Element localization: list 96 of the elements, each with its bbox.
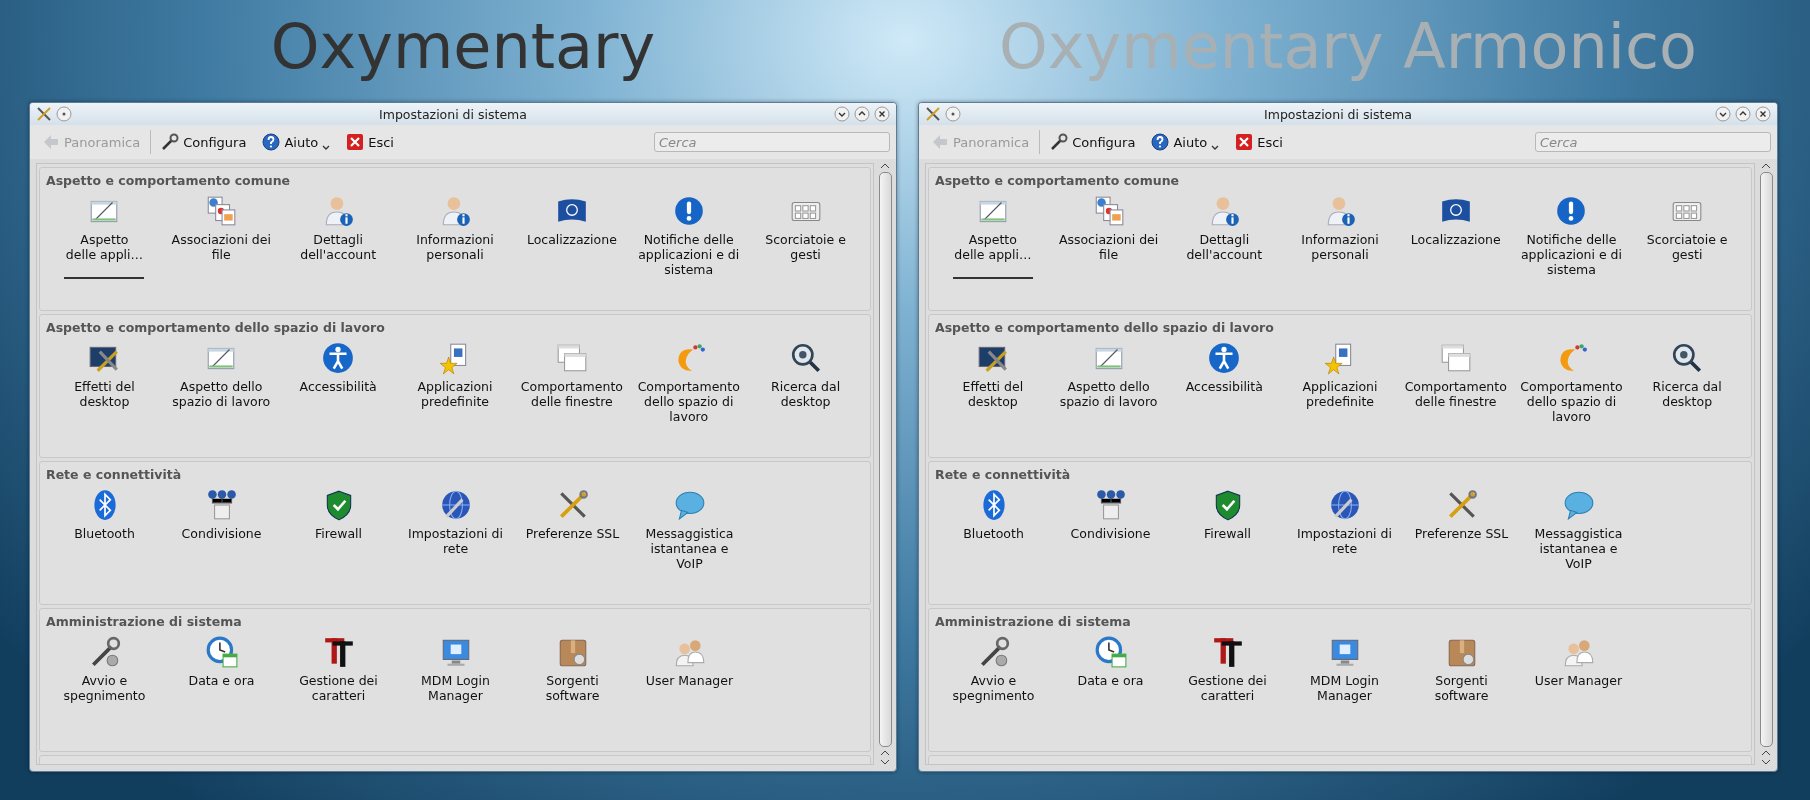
settings-module[interactable]: MDM Login Manager [397, 635, 514, 705]
help-button[interactable]: Aiuto [256, 129, 337, 155]
scroll-up-icon[interactable] [880, 750, 890, 756]
settings-module[interactable]: Avvio e spegnimento [46, 635, 163, 705]
scroll-up-icon[interactable] [1761, 750, 1771, 756]
settings-module[interactable]: Comportamento dello spazio di lavoro [630, 341, 748, 426]
settings-module[interactable]: Messaggistica istantanea e VoIP [631, 488, 748, 573]
settings-module[interactable]: Messaggistica istantanea e VoIP [1520, 488, 1637, 573]
settings-module[interactable]: Comportamento delle finestre [1397, 341, 1514, 426]
category-title: Amministrazione di sistema [46, 614, 243, 629]
category-title: Rete e connettività [935, 467, 1072, 482]
settings-module[interactable]: Avvio e spegnimento [935, 635, 1052, 705]
settings-module[interactable]: Preferenze SSL [1403, 488, 1520, 573]
settings-module[interactable]: Effetti del desktop [46, 341, 163, 426]
close-icon [346, 133, 365, 151]
minimize-icon[interactable] [1715, 106, 1731, 122]
close-icon [1235, 133, 1254, 151]
settings-module[interactable]: Notifiche delle applicazioni e di sistema [1513, 194, 1630, 279]
settings-module[interactable]: Localizzazione [513, 194, 631, 279]
settings-module[interactable]: MDM Login Manager [1286, 635, 1403, 705]
maximize-icon[interactable] [854, 106, 870, 122]
window-title: Impostazioni di sistema [378, 106, 528, 122]
settings-module[interactable]: Comportamento delle finestre [513, 341, 631, 426]
maximize-icon[interactable] [1735, 106, 1751, 122]
scroll-up-icon[interactable] [1761, 163, 1771, 169]
settings-module[interactable]: User Manager [631, 635, 748, 705]
accessibility-icon [1207, 341, 1242, 375]
desktop-heading: Oxymentary [270, 12, 656, 82]
settings-module[interactable]: Condivisione [1052, 488, 1169, 573]
settings-module[interactable]: Firewall [1169, 488, 1286, 573]
settings-module[interactable]: Dettagli dell'account [1166, 194, 1283, 279]
settings-module[interactable]: Localizzazione [1397, 194, 1514, 279]
close-icon[interactable] [874, 106, 890, 122]
settings-module[interactable]: Aspetto dello spazio di lavoro [162, 341, 280, 426]
accessibility-icon [321, 341, 356, 375]
settings-module[interactable]: Ricerca dal desktop [1629, 341, 1746, 426]
category-title: Aspetto e comportamento comune [46, 173, 291, 188]
caret-icon[interactable] [1211, 144, 1220, 152]
scroll-down-icon[interactable] [880, 759, 890, 765]
settings-module[interactable]: Data e ora [163, 635, 280, 705]
close-icon[interactable] [1755, 106, 1771, 122]
settings-module[interactable]: Effetti del desktop [935, 341, 1051, 426]
help-button[interactable]: Aiuto [1145, 129, 1226, 155]
settings-module[interactable]: Ricerca dal desktop [747, 341, 864, 426]
settings-module[interactable]: Associazioni dei file [162, 194, 280, 279]
category-title: Aspetto e comportamento comune [935, 173, 1180, 188]
search-field[interactable]: Cerca [654, 132, 890, 152]
tools-icon[interactable] [36, 106, 52, 122]
help-icon [262, 133, 281, 151]
scroll-down-icon[interactable] [1761, 759, 1771, 765]
category-title: Amministrazione di sistema [935, 614, 1132, 629]
clock-icon [1093, 635, 1128, 669]
settings-module[interactable]: Bluetooth [46, 488, 163, 573]
settings-module[interactable]: Scorciatoie e gesti [747, 194, 864, 279]
category-title: Aspetto e comportamento dello spazio di lavoro [46, 320, 386, 335]
quit-button[interactable]: Esci [1229, 130, 1289, 154]
category-title: Rete e connettività [46, 467, 183, 482]
settings-module[interactable]: Comportamento dello spazio di lavoro [1513, 341, 1630, 426]
window-title: Impostazioni di sistema [1263, 106, 1413, 122]
settings-module[interactable]: Accessibilità [1166, 341, 1283, 426]
back-arrow-icon [42, 133, 60, 151]
help-icon [1151, 133, 1170, 151]
configure-button[interactable]: Configura [155, 130, 253, 154]
scroll-up-icon[interactable] [880, 163, 890, 169]
settings-module[interactable]: Bluetooth [935, 488, 1052, 573]
settings-module[interactable]: Data e ora [1052, 635, 1169, 705]
settings-module[interactable]: Impostazioni di rete [397, 488, 514, 573]
minimize-icon[interactable] [834, 106, 850, 122]
desktop-heading: Oxymentary Armonico [999, 12, 1697, 82]
settings-module[interactable]: Condivisione [163, 488, 280, 573]
settings-module[interactable]: Applicazioni predefinite [1282, 341, 1398, 426]
configure-button[interactable]: Configura [1044, 130, 1142, 154]
settings-module[interactable]: Dettagli dell'account [279, 194, 397, 279]
settings-module[interactable]: Informazioni personali [396, 194, 514, 279]
search-field[interactable]: Cerca [1535, 132, 1771, 152]
tools-icon[interactable] [925, 106, 941, 122]
quit-button[interactable]: Esci [340, 130, 400, 154]
settings-module[interactable]: Informazioni personali [1282, 194, 1398, 279]
category-title: Aspetto e comportamento dello spazio di lavoro [935, 320, 1275, 335]
settings-module[interactable]: Gestione dei caratteri [1169, 635, 1286, 705]
back-arrow-icon [931, 133, 949, 151]
settings-module[interactable]: Gestione dei caratteri [280, 635, 397, 705]
settings-module[interactable]: Associazioni dei file [1050, 194, 1167, 279]
settings-module[interactable]: Notifiche delle applicazioni e di sistema [630, 194, 748, 279]
settings-module[interactable]: Accessibilità [279, 341, 397, 426]
settings-module[interactable]: Impostazioni di rete [1286, 488, 1403, 573]
settings-module[interactable]: Firewall [280, 488, 397, 573]
settings-module[interactable]: Preferenze SSL [514, 488, 631, 573]
settings-module[interactable]: Sorgenti software [1403, 635, 1520, 705]
settings-module[interactable]: Scorciatoie e gesti [1629, 194, 1746, 279]
settings-module[interactable]: Sorgenti software [514, 635, 631, 705]
settings-module[interactable]: Aspetto dello spazio di lavoro [1050, 341, 1167, 426]
caret-icon[interactable] [322, 144, 331, 152]
settings-module[interactable]: User Manager [1520, 635, 1637, 705]
clock-icon [204, 635, 239, 669]
settings-module[interactable]: Applicazioni predefinite [396, 341, 514, 426]
